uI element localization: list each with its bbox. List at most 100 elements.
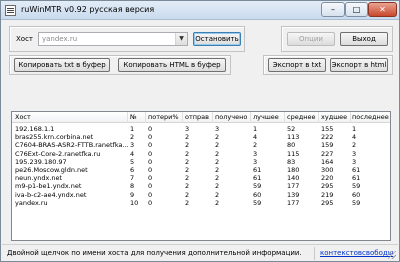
status-bar: Двойной щелчок по имени хоста для получе…: [2, 244, 398, 261]
host-label: Хост: [16, 35, 34, 43]
table-cell: 59: [253, 198, 262, 207]
column-header-best[interactable]: лучшее: [253, 113, 279, 121]
table-cell: 2: [215, 149, 220, 158]
table-row[interactable]: pe26.Moscow.gldn.net 6 0 2 2 61 180 300 61: [12, 166, 390, 174]
minimize-button[interactable]: –: [321, 2, 345, 17]
host-cell[interactable]: 192.168.1.1: [15, 125, 54, 133]
column-header-worst[interactable]: худшее: [321, 113, 347, 121]
export-html-button[interactable]: Экспорт в html: [330, 58, 388, 72]
column-header-number[interactable]: №: [130, 113, 137, 121]
table-cell: 60: [352, 190, 361, 199]
options-panel: Опции Выход: [281, 26, 393, 52]
table-cell: 3: [352, 157, 357, 166]
copy-html-button[interactable]: Копировать HTML в буфер: [118, 58, 226, 72]
table-cell: 2: [185, 174, 190, 183]
table-cell: 0: [148, 141, 153, 150]
window-title: ruWinMTR v0.92 русская версия: [21, 5, 155, 14]
host-cell[interactable]: neun.yndx.net: [15, 174, 62, 182]
table-row[interactable]: neun.yndx.net 7 0 2 2 61 140 220 61: [12, 174, 390, 182]
copy-txt-button[interactable]: Копировать txt в буфер: [14, 58, 110, 72]
table-row[interactable]: C7604-BRAS-ASR2-FTTB.ranetfka... 3 0 2 2 2 80 1…: [12, 141, 390, 149]
table-row[interactable]: m9-p1-be1.yndx.net 8 0 2 2 59 177 295 59: [12, 182, 390, 190]
table-cell: 5: [130, 157, 135, 166]
table-cell: 2: [215, 182, 220, 191]
host-cell[interactable]: m9-p1-be1.yndx.net: [15, 182, 81, 190]
title-bar[interactable]: ruWinMTR v0.92 русская версия – □ ✕: [1, 1, 399, 20]
table-cell: 227: [321, 149, 334, 158]
table-row[interactable]: 192.168.1.1 1 0 3 3 1 52 155 1: [12, 125, 390, 133]
table-cell: 0: [148, 125, 153, 133]
chevron-down-icon[interactable]: ▼: [175, 33, 187, 45]
table-cell: 2: [185, 190, 190, 199]
table-row[interactable]: yandex.ru 10 0 2 2 59 177 295 59: [12, 199, 390, 207]
table-cell: 2: [215, 157, 220, 166]
main-window: ruWinMTR v0.92 русская версия – □ ✕ Хост…: [0, 0, 400, 262]
table-cell: 180: [287, 166, 300, 174]
table-cell: 159: [321, 141, 334, 150]
table-cell: 3: [130, 141, 135, 150]
host-cell[interactable]: iva-b-c2-ae4.yndx.net: [15, 191, 86, 199]
host-cell[interactable]: C7604-BRAS-ASR2-FTTB.ranetfka...: [15, 141, 129, 149]
status-hint: Двойной щелчок по имени хоста для получе…: [7, 249, 302, 257]
column-header-sent[interactable]: отправ: [185, 113, 209, 121]
table-cell: 3: [253, 149, 258, 158]
table-cell: 0: [148, 157, 153, 166]
table-row[interactable]: 195.239.180.97 5 0 2 2 3 83 164 3: [12, 158, 390, 166]
table-cell: 7: [130, 174, 135, 183]
table-cell: 3: [253, 157, 258, 166]
table-cell: 222: [321, 133, 334, 142]
table-cell: 0: [148, 166, 153, 174]
table-cell: 0: [148, 190, 153, 199]
table-row[interactable]: iva-b-c2-ae4.yndx.net 9 0 2 2 60 139 219 60: [12, 191, 390, 199]
options-button[interactable]: Опции: [287, 32, 335, 46]
table-row[interactable]: bras255.krn.corbina.net 2 0 2 2 4 113 222 4: [12, 133, 390, 141]
table-cell: 83: [287, 157, 296, 166]
table-cell: 3: [185, 125, 190, 133]
help-link[interactable]: контекстовсвободы: [320, 249, 393, 257]
exit-button[interactable]: Выход: [340, 32, 388, 46]
host-cell[interactable]: bras255.krn.corbina.net: [15, 133, 93, 141]
table-cell: 2: [215, 141, 220, 150]
table-header: Хост № потери% отправ получено лучшее ср…: [12, 112, 390, 123]
host-cell[interactable]: yandex.ru: [15, 199, 48, 207]
column-header-loss[interactable]: потери%: [148, 113, 179, 121]
host-combobox[interactable]: yandex.ru ▼: [38, 32, 188, 46]
export-panel: Экспорт в txt Экспорт в html: [263, 55, 393, 75]
table-cell: 1: [352, 125, 357, 133]
host-panel: Хост yandex.ru ▼ Остановить: [9, 26, 245, 52]
table-cell: 2: [352, 141, 357, 150]
close-button[interactable]: ✕: [368, 2, 397, 17]
resize-grip-icon[interactable]: [388, 251, 396, 259]
column-header-received[interactable]: получено: [215, 113, 247, 121]
table-cell: 3: [215, 125, 220, 133]
host-value: yandex.ru: [42, 35, 78, 43]
stop-button[interactable]: Остановить: [193, 32, 241, 46]
export-txt-button[interactable]: Экспорт в txt: [268, 58, 326, 72]
table-cell: 295: [321, 198, 334, 207]
table-cell: 59: [253, 182, 262, 191]
host-cell[interactable]: 195.239.180.97: [15, 158, 67, 166]
table-cell: 61: [253, 166, 262, 174]
table-cell: 59: [352, 182, 361, 191]
host-cell[interactable]: pe26.Moscow.gldn.net: [15, 166, 88, 174]
table-cell: 164: [321, 157, 334, 166]
table-row[interactable]: C76Ext-Core-2.ranetfka.ru 4 0 2 2 3 115 227 3: [12, 150, 390, 158]
table-cell: 2: [185, 198, 190, 207]
table-cell: 0: [148, 182, 153, 191]
table-cell: 2: [253, 141, 258, 150]
table-cell: 2: [185, 149, 190, 158]
table-cell: 219: [321, 190, 334, 199]
column-header-average[interactable]: среднее: [287, 113, 315, 121]
table-cell: 4: [253, 133, 258, 142]
table-cell: 295: [321, 182, 334, 191]
maximize-button[interactable]: □: [345, 2, 368, 17]
table-cell: 140: [287, 174, 300, 183]
host-cell[interactable]: C76Ext-Core-2.ranetfka.ru: [15, 150, 100, 158]
table-cell: 2: [185, 182, 190, 191]
column-header-last[interactable]: последнее: [352, 113, 389, 121]
table-cell: 2: [185, 141, 190, 150]
column-header-host[interactable]: Хост: [15, 113, 31, 121]
table-cell: 139: [287, 190, 300, 199]
results-table[interactable]: Хост № потери% отправ получено лучшее ср…: [11, 111, 391, 241]
table-cell: 115: [287, 149, 300, 158]
